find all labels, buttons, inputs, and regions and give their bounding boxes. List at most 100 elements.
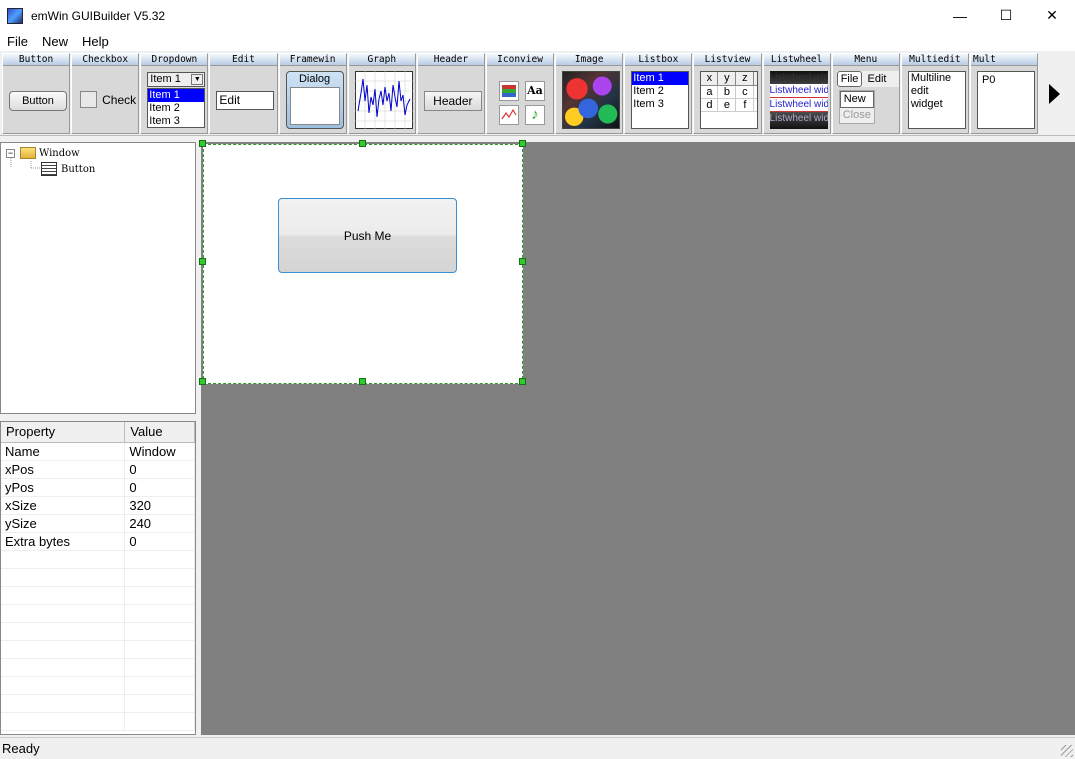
palette-label: Listwheel <box>763 54 830 66</box>
palette-listwheel[interactable]: Listwheel Listwheel widget Listwheel wid… <box>762 53 831 134</box>
property-row[interactable]: yPos 0 <box>1 479 195 497</box>
close-button[interactable]: ✕ <box>1029 0 1075 31</box>
resize-handle-ne[interactable] <box>519 140 526 147</box>
listbox-item: Item 2 <box>633 85 664 97</box>
palette-label: Listview <box>694 54 761 66</box>
listwheel-item: Listwheel widget <box>769 72 828 83</box>
design-workspace[interactable]: Push Me <box>199 140 1075 735</box>
resize-handle-w[interactable] <box>199 258 206 265</box>
multiedit-line: widget <box>910 98 943 110</box>
property-value[interactable]: 320 <box>125 497 195 514</box>
dropdown-item: Item 1 <box>148 89 205 102</box>
design-window[interactable]: Push Me <box>203 144 523 384</box>
property-value[interactable]: Window <box>125 443 195 460</box>
palette-dropdown[interactable]: Dropdown Item 1 ▼ Item 1 Item 2 Item 3 <box>140 53 209 134</box>
property-value[interactable]: 0 <box>125 479 195 496</box>
palette-label: Header <box>417 54 484 66</box>
menu-new[interactable]: New <box>35 34 75 49</box>
listview-cell: d <box>701 99 719 111</box>
framewin-title: Dialog <box>298 73 331 85</box>
property-value[interactable]: 0 <box>125 461 195 478</box>
palette-label: Button <box>3 54 70 66</box>
property-row[interactable]: ySize 240 <box>1 515 195 533</box>
property-name: ySize <box>1 515 126 532</box>
resize-handle-s[interactable] <box>359 378 366 385</box>
status-bar: Ready <box>0 737 1075 759</box>
palette-image[interactable]: Image <box>555 53 624 134</box>
resize-handle-sw[interactable] <box>199 378 206 385</box>
empty-property-row <box>1 569 195 587</box>
palette-label: Multiedit <box>901 54 968 66</box>
palette-header[interactable]: Header Header <box>416 53 485 134</box>
property-column-header[interactable]: Property <box>1 422 126 442</box>
palette-label: Graph <box>348 54 415 66</box>
collapse-icon[interactable]: − <box>6 148 15 158</box>
palette-label: Listbox <box>625 54 692 66</box>
resize-handle-se[interactable] <box>519 378 526 385</box>
property-name: xSize <box>1 497 126 514</box>
scroll-right-arrow-icon[interactable] <box>1049 84 1060 104</box>
palette-graph[interactable]: Graph <box>347 53 416 134</box>
status-text: Ready <box>2 741 40 756</box>
palette-label: Checkbox <box>72 54 139 66</box>
tree-node-button[interactable]: Button <box>41 162 95 176</box>
menu-help[interactable]: Help <box>75 34 116 49</box>
resize-handle-nw[interactable] <box>199 140 206 147</box>
palette-edit[interactable]: Edit Edit <box>209 53 278 134</box>
property-row[interactable]: xPos 0 <box>1 461 195 479</box>
palette-framewin[interactable]: Framewin Dialog <box>278 53 347 134</box>
header-sample: Header <box>423 91 482 111</box>
empty-property-row <box>1 677 195 695</box>
tree-node-label: Window <box>39 147 80 159</box>
palette-iconview[interactable]: Iconview Aa ♪ <box>485 53 555 134</box>
menu-sample-item: Edit <box>867 73 887 85</box>
resize-grip-icon[interactable] <box>1061 745 1073 757</box>
multipage-sample: P0 <box>976 71 1035 129</box>
property-row[interactable]: xSize 320 <box>1 497 195 515</box>
listbox-item: Item 1 <box>632 72 689 85</box>
property-value[interactable]: 240 <box>125 515 195 532</box>
dropdown-sample-field: Item 1 ▼ <box>147 72 206 87</box>
menu-sample-bar: File Edit <box>836 71 899 87</box>
listview-cell: b <box>718 86 737 98</box>
dropdown-selected: Item 1 <box>150 73 181 85</box>
empty-property-row <box>1 641 195 659</box>
dropdown-item: Item 2 <box>149 102 180 114</box>
menu-bar: File New Help <box>0 31 1075 51</box>
value-column-header[interactable]: Value <box>125 422 195 442</box>
push-me-button[interactable]: Push Me <box>278 198 457 273</box>
palette-button[interactable]: Button Button <box>2 53 71 134</box>
property-row[interactable]: Name Window <box>1 443 195 461</box>
palette-checkbox[interactable]: Checkbox Check <box>71 53 140 134</box>
minimize-button[interactable]: — <box>937 0 983 31</box>
listview-sample: x y z a b c d e f <box>700 71 759 129</box>
menu-sample-subitem: Close <box>842 109 871 121</box>
chevron-down-icon: ▼ <box>191 74 204 85</box>
resize-handle-n[interactable] <box>359 140 366 147</box>
empty-property-row <box>1 659 195 677</box>
empty-property-row <box>1 587 195 605</box>
property-value[interactable]: 0 <box>125 533 195 550</box>
empty-property-row <box>1 605 195 623</box>
palette-menu[interactable]: Menu File Edit New Close <box>831 53 900 134</box>
graph-sample <box>354 71 413 129</box>
sample-button: Button <box>9 91 67 111</box>
menu-sample-item: File <box>836 71 863 87</box>
resize-handle-e[interactable] <box>519 258 526 265</box>
widget-tree: − Window Button <box>0 142 196 414</box>
empty-property-row <box>1 713 195 731</box>
maximize-button[interactable]: ☐ <box>983 0 1029 31</box>
books-icon <box>498 81 519 101</box>
palette-listview[interactable]: Listview x y z a b c d e f <box>693 53 762 134</box>
property-row[interactable]: Extra bytes 0 <box>1 533 195 551</box>
palette-label: Iconview <box>486 54 554 66</box>
empty-property-row <box>1 695 195 713</box>
tree-node-window[interactable]: − Window <box>6 147 80 159</box>
framewin-client <box>289 87 340 125</box>
listbox-item: Item 3 <box>633 98 664 110</box>
palette-multiedit[interactable]: Multiedit Multiline edit widget <box>900 53 969 134</box>
property-grid: Property Value Name Window xPos 0 yPos 0 xSize… <box>0 421 196 735</box>
palette-listbox[interactable]: Listbox Item 1 Item 2 Item 3 <box>624 53 693 134</box>
palette-multipage[interactable]: Mult P0 <box>969 53 1039 134</box>
menu-file[interactable]: File <box>0 34 35 49</box>
